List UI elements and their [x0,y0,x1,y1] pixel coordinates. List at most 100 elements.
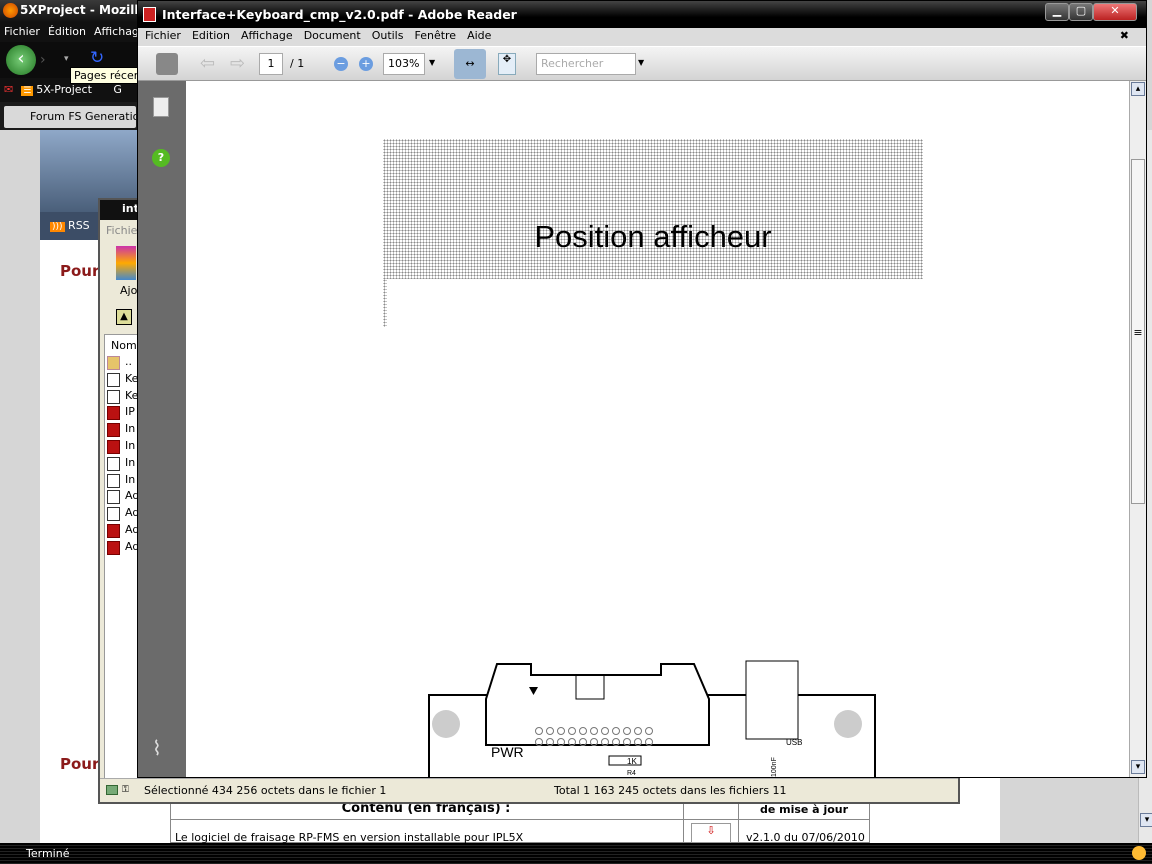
file-name: IP [125,405,135,419]
file-name: In [125,455,136,469]
addon-smiley-icon[interactable] [1132,846,1146,860]
menu-outils[interactable]: Outils [372,29,404,42]
close-document-icon[interactable]: ✖ [1120,29,1129,42]
reload-button[interactable]: ↻ [90,48,104,68]
minimize-button[interactable]: ▁ [1045,3,1069,21]
pcb-drawing: PWR USB 1K R4 100nF [428,660,876,777]
menu-fenetre[interactable]: Fenêtre [414,29,456,42]
pdf-file-icon [107,423,120,438]
scroll-down-button[interactable]: ▾ [1140,813,1152,827]
tab-forum-fs-generation[interactable]: Forum FS Generation [4,106,136,128]
ff-menu-edition[interactable]: Édition [48,25,86,38]
section-heading: Pour [60,262,100,280]
pdf-file-icon [107,523,120,538]
reader-menu-bar: Fichier Edition Affichage Document Outils Fen… [138,28,1146,46]
rss-icon: ))) [50,222,65,232]
reader-title: Interface+Keyboard_cmp_v2.0.pdf - Adobe … [162,7,517,22]
navigation-pane: ? ⌇ [138,81,186,777]
section-heading: Pour [60,755,100,773]
page-number-input[interactable]: 1 [259,53,283,75]
bookmark-5x-project[interactable]: 5X-Project [36,83,92,96]
ff-menu-fichier[interactable]: Fichier [4,25,40,38]
close-button[interactable]: ✕ [1093,3,1137,21]
pcb-pwr-label: PWR [491,744,524,760]
firefox-logo-icon [3,3,18,18]
scroll-thumb[interactable]: ≡ [1131,159,1145,504]
previous-page-button[interactable]: ⇦ [200,53,215,75]
tab-label: Forum FS Generation [30,110,136,123]
pdf-file-icon [107,540,120,555]
help-icon[interactable]: ? [152,149,170,167]
rss-feed-icon: ☰ [21,86,34,96]
file-name: In [125,422,136,436]
menu-affichage[interactable]: Affichage [241,29,293,42]
zoom-dropdown-icon[interactable]: ▼ [429,58,435,80]
scroll-down-button[interactable]: ▾ [1131,760,1145,774]
history-dropdown-icon[interactable]: ▾ [64,54,69,64]
menu-document[interactable]: Document [304,29,361,42]
download-icon[interactable]: ⇩ [691,823,731,843]
pcb-r4-label: R4 [627,770,636,777]
firefox-status-bar: Terminé [0,843,1152,864]
status-selected: Sélectionné 434 256 octets dans le fichi… [144,784,387,797]
firefox-title-bar: 5XProject - Mozilla Firefox [0,0,140,22]
scroll-up-button[interactable]: ▴ [1131,82,1145,96]
page-total: / 1 [290,57,305,70]
file-name: In [125,472,136,486]
document-view: Position afficheur PWR USB 1K R4 100nF [186,81,1129,777]
parent-folder-icon [107,356,120,370]
add-archive-icon [116,246,136,280]
doc-heading: Position afficheur [534,219,772,254]
pcb-usb-label: USB [786,738,802,747]
drive-icon [106,785,118,795]
bookmark-g[interactable]: G [113,83,122,96]
pcb-r4-value: 1K [627,757,637,766]
up-folder-button[interactable]: ▲ [116,309,132,325]
forward-button[interactable]: › [40,52,46,68]
firefox-title: 5XProject - Mozilla Firefox [20,3,140,17]
ff-menu-affichage[interactable]: Affichage [94,25,140,38]
tab-bar: Forum FS Generation [0,102,140,130]
firefox-menu-bar: Fichier Édition Affichage [0,22,140,42]
gmail-icon[interactable]: ✉ [4,83,13,96]
pdf-file-icon [107,406,120,421]
rss-label: RSS [68,219,90,232]
pages-icon[interactable] [153,97,169,117]
file-name: .. [125,355,132,368]
pcb-cap-label: 100nF [771,757,778,777]
fit-page-button[interactable]: ✥ [498,53,516,75]
document-file-icon [107,490,120,505]
file-name: In [125,438,136,452]
status-total: Total 1 163 245 octets dans les fichiers… [554,784,787,797]
downloads-table: Contenu (en français) : de mise à jour L… [170,800,870,844]
hatched-strip [383,279,387,327]
fit-width-button[interactable]: ↔ [454,49,486,79]
maximize-button[interactable]: ▢ [1069,3,1093,21]
zoom-out-button[interactable]: − [334,57,348,71]
document-file-icon [107,507,120,522]
document-file-icon [107,372,120,387]
pdf-file-icon [107,439,120,454]
hatched-region: Position afficheur [383,139,923,279]
back-button[interactable]: ‹ [6,45,36,75]
reader-scrollbar[interactable]: ▴ ≡ ▾ [1129,81,1146,777]
add-button[interactable]: Ajo [120,284,137,297]
pdf-file-icon [143,7,156,22]
reader-title-bar: Interface+Keyboard_cmp_v2.0.pdf - Adobe … [138,1,1146,28]
zoom-in-button[interactable]: + [359,57,373,71]
next-page-button[interactable]: ⇨ [230,53,245,75]
reader-toolbar: ⇦ ⇨ 1 / 1 − + 103% ▼ ↔ ✥ Rechercher ▼ [138,46,1146,81]
print-button[interactable] [156,53,178,75]
menu-aide[interactable]: Aide [467,29,491,42]
menu-edition[interactable]: Edition [192,29,230,42]
attachments-icon[interactable]: ⌇ [152,736,162,760]
menu-fichier[interactable]: Fichier [145,29,181,42]
search-input[interactable]: Rechercher [536,53,636,75]
status-text: Terminé [26,847,70,860]
adobe-reader-window: Interface+Keyboard_cmp_v2.0.pdf - Adobe … [137,0,1147,778]
search-dropdown-icon[interactable]: ▼ [638,58,644,80]
zoom-level-input[interactable]: 103% [383,53,425,75]
key-icon: ⚿ [122,785,129,795]
document-file-icon [107,456,120,471]
document-file-icon [107,473,120,488]
